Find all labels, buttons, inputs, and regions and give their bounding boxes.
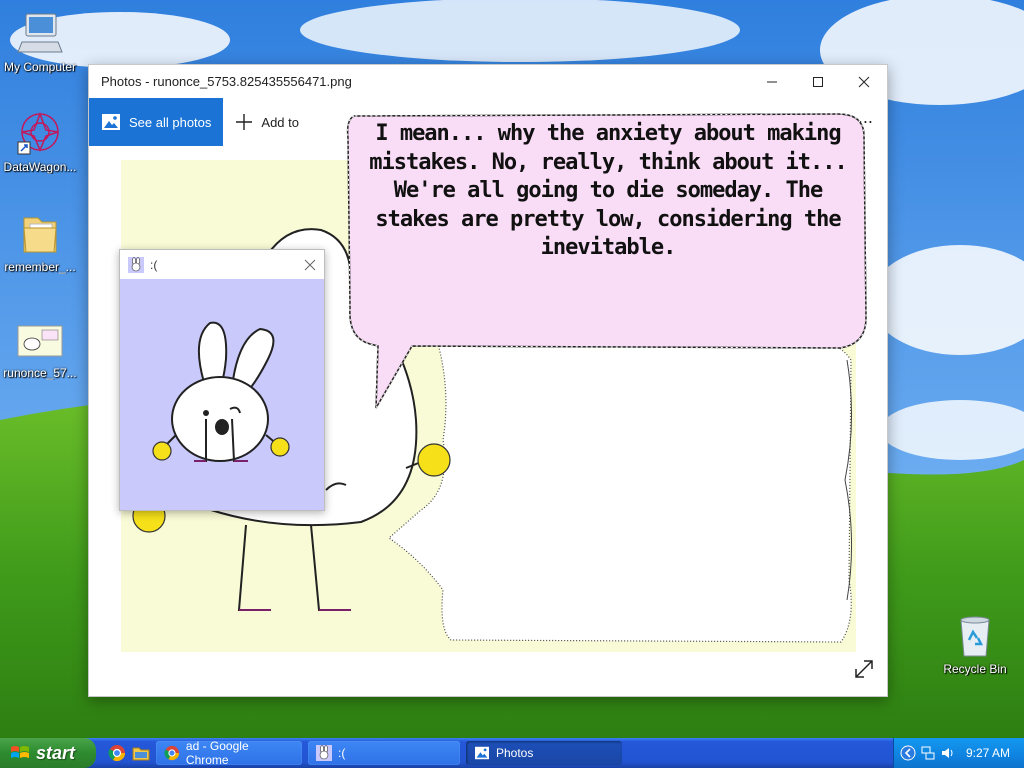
sad-window-titlebar[interactable]: :( — [120, 250, 324, 279]
taskbar-item-chrome[interactable]: ad - Google Chrome — [156, 739, 302, 767]
bunny-app-icon — [316, 745, 332, 761]
recycle-bin-icon — [951, 612, 999, 660]
quick-launch — [108, 744, 150, 762]
speech-line: stakes are pretty low, considering the — [375, 206, 841, 232]
taskbar-item-photos[interactable]: Photos — [466, 741, 622, 765]
volume-icon[interactable] — [940, 745, 956, 761]
speech-bubble-text: I mean... why the anxiety about making m… — [352, 120, 864, 263]
photos-titlebar[interactable]: Photos - runonce_5753.825435556471.png — [89, 65, 887, 98]
desktop-icon-runonce[interactable]: runonce_57... — [0, 316, 80, 380]
taskbar-item-label: Photos — [496, 746, 534, 760]
speech-line: mistakes. No, really, think about it... — [369, 149, 848, 175]
sad-face-window[interactable]: :( — [119, 249, 325, 511]
sad-window-title: :( — [150, 257, 158, 272]
window-title: Photos - runonce_5753.825435556471.png — [101, 74, 352, 89]
desktop-icon-label: remember_... — [4, 260, 76, 274]
maximize-icon — [813, 76, 823, 87]
expand-icon — [855, 660, 873, 678]
taskbar-item-label: ad - Google Chrome — [185, 739, 249, 767]
chrome-icon — [164, 745, 180, 761]
minimize-icon — [767, 81, 777, 82]
desktop-icon-my-computer[interactable]: My Computer — [0, 10, 80, 74]
desktop-icon-recycle-bin[interactable]: Recycle Bin — [935, 612, 1015, 676]
bunny-illustration — [152, 321, 290, 462]
bunny-app-icon — [128, 256, 144, 273]
datawagon-icon — [16, 110, 64, 158]
sad-window-content — [120, 279, 324, 510]
desktop-icon-datawagon[interactable]: DataWagon... — [0, 110, 80, 174]
speech-line: We're all going to die someday. The — [393, 178, 824, 203]
chrome-icon[interactable] — [108, 744, 126, 762]
desktop-icon-remember[interactable]: remember_... — [0, 210, 80, 274]
close-button[interactable] — [841, 65, 887, 98]
minimize-button[interactable] — [749, 65, 795, 98]
clock[interactable]: 9:27 AM — [966, 746, 1010, 760]
start-button[interactable]: start — [0, 738, 96, 768]
photos-icon — [102, 114, 120, 130]
speech-line: I mean... why the anxiety about making — [375, 121, 841, 146]
image-file-icon — [16, 316, 64, 364]
add-to-label: Add to — [261, 114, 299, 130]
see-all-photos-button[interactable]: See all photos — [89, 98, 224, 146]
windows-logo-icon — [11, 746, 29, 758]
taskbar: start ad - Google Chrome :(Photos 9:27 … — [0, 738, 1024, 768]
see-all-photos-label: See all photos — [129, 114, 212, 130]
folder-icon — [16, 210, 64, 258]
start-label: start — [36, 742, 76, 763]
system-tray: 9:27 AM — [893, 738, 1024, 768]
plus-icon — [236, 114, 253, 130]
fullscreen-button[interactable] — [853, 658, 875, 680]
network-icon[interactable] — [920, 745, 936, 761]
desktop-icon-label: runonce_57... — [3, 366, 77, 380]
desktop-icon-label: DataWagon... — [3, 160, 77, 174]
maximize-button[interactable] — [795, 65, 841, 98]
taskbar-item-label: :( — [338, 746, 346, 760]
file-explorer-icon[interactable] — [132, 744, 150, 762]
speech-line: inevitable. — [540, 235, 677, 260]
add-to-button[interactable]: Add to — [223, 98, 311, 146]
desktop-icon-label: My Computer — [3, 60, 77, 74]
close-icon[interactable] — [304, 259, 316, 271]
taskbar-item-sad-window[interactable]: :( — [308, 741, 460, 765]
photos-icon — [475, 746, 489, 760]
close-icon — [858, 76, 870, 87]
computer-icon — [16, 10, 64, 58]
chevron-left-icon[interactable] — [900, 745, 916, 761]
desktop-icon-label: Recycle Bin — [943, 662, 1007, 676]
